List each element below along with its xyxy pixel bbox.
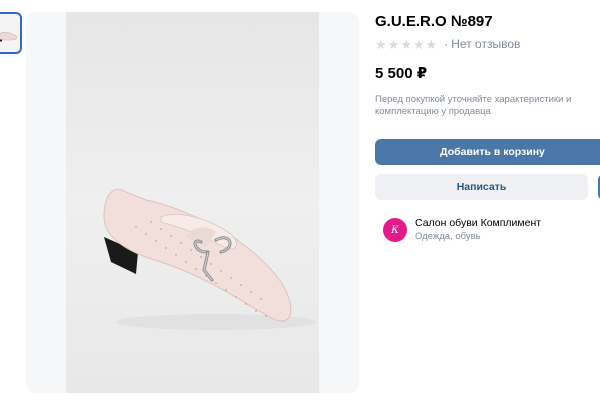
- star-icon: ★: [387, 36, 400, 52]
- product-title: G.U.E.R.O №897: [375, 13, 493, 30]
- separator-dot: ·: [444, 37, 449, 51]
- product-gallery[interactable]: [26, 12, 359, 393]
- star-icon: ★: [400, 36, 412, 52]
- shop-card[interactable]: К Салон обуви Комплимент Одежда, обувь: [383, 217, 541, 243]
- add-to-cart-button[interactable]: Добавить в корзину: [375, 139, 600, 165]
- star-icon: ★: [412, 36, 425, 52]
- rating-row: ★ ★ ★ ★ ★ · Нет отзывов: [375, 36, 600, 52]
- seller-note: Перед покупкой уточняйте характеристики …: [375, 94, 572, 117]
- shop-logo-icon: К: [383, 218, 407, 242]
- product-price: 5 500 ₽: [375, 65, 428, 82]
- product-info: G.U.E.R.O №897 ★ ★ ★ ★ ★ · Нет отзывов 5…: [375, 12, 600, 242]
- star-icon: ★: [375, 36, 387, 52]
- star-icon: ★: [425, 36, 438, 52]
- shop-name[interactable]: Салон обуви Комплимент: [415, 217, 541, 230]
- product-photo: [66, 12, 319, 393]
- rating-stars: ★ ★ ★ ★ ★: [375, 38, 437, 51]
- reviews-link[interactable]: Нет отзывов: [451, 37, 520, 51]
- shoe-thumbnail-icon: [0, 31, 18, 42]
- shop-category: Одежда, обувь: [415, 231, 481, 242]
- thumbnail-selected[interactable]: [0, 12, 22, 54]
- shoe-image: [103, 188, 316, 330]
- write-message-button[interactable]: Написать: [375, 174, 588, 200]
